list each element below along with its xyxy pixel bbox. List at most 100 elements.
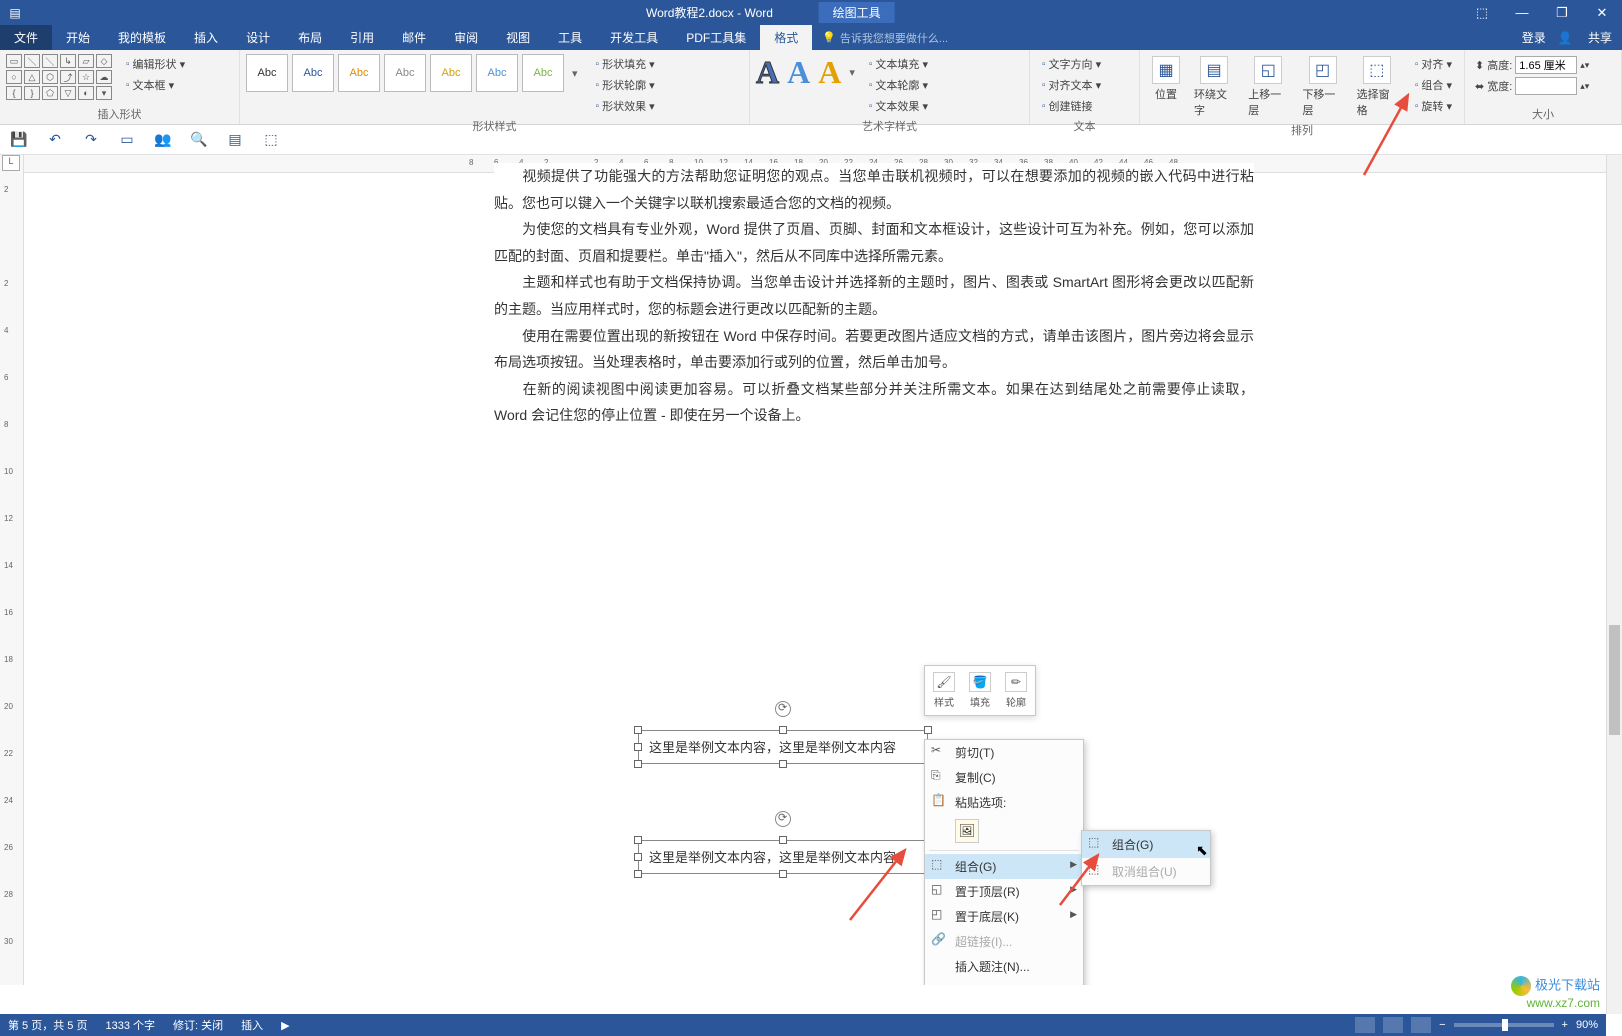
resize-handle[interactable] (779, 836, 787, 844)
restore-button[interactable]: ❐ (1542, 5, 1582, 21)
minimize-button[interactable]: — (1502, 5, 1542, 21)
vertical-scrollbar[interactable] (1606, 155, 1622, 1014)
menu-group[interactable]: ⬚组合(G)▶ (925, 854, 1083, 879)
menu-send-back[interactable]: ◰置于底层(K)▶ (925, 904, 1083, 929)
menu-bring-front[interactable]: ◱置于顶层(R)▶ (925, 879, 1083, 904)
selection-pane-button[interactable]: ⬚选择窗格 (1351, 54, 1403, 120)
view-web-layout[interactable] (1411, 1017, 1431, 1033)
wrap-text-button[interactable]: ▤环绕文字 (1188, 54, 1240, 120)
gallery-more[interactable]: ▾ (568, 67, 582, 80)
tab-insert[interactable]: 插入 (180, 25, 232, 50)
resize-handle[interactable] (779, 870, 787, 878)
text-effects-button[interactable]: 文本效果 ▾ (863, 96, 934, 116)
menu-wrap-text[interactable]: ▤环绕文字(W)▶ (925, 979, 1083, 985)
tab-layout[interactable]: 布局 (284, 25, 336, 50)
rotate-handle-icon[interactable] (775, 811, 791, 827)
mini-style-button[interactable]: 🖌样式 (929, 670, 959, 711)
tab-references[interactable]: 引用 (336, 25, 388, 50)
menu-caption[interactable]: 插入题注(N)... (925, 954, 1083, 979)
resize-handle[interactable] (634, 743, 642, 751)
zoom-out[interactable]: − (1439, 1019, 1445, 1031)
undo-icon[interactable]: ↶ (46, 131, 64, 149)
submenu-group[interactable]: ⬚组合(G) (1082, 831, 1210, 858)
textbox-1[interactable]: 这里是举例文本内容，这里是举例文本内容 (638, 730, 928, 764)
resize-handle[interactable] (634, 836, 642, 844)
group-button[interactable]: 组合 ▾ (1409, 75, 1458, 95)
resize-handle[interactable] (634, 853, 642, 861)
view-read-mode[interactable] (1355, 1017, 1375, 1033)
text-outline-button[interactable]: 文本轮廓 ▾ (863, 75, 934, 95)
position-button[interactable]: ▦位置 (1146, 54, 1186, 104)
qat-icon-4[interactable]: ▤ (226, 131, 244, 149)
wordart-gallery[interactable]: A A A ▾ (756, 54, 855, 91)
tab-templates[interactable]: 我的模板 (104, 25, 180, 50)
shape-effects-button[interactable]: 形状效果 ▾ (590, 96, 661, 116)
width-input[interactable] (1515, 77, 1577, 95)
send-backward-button[interactable]: ◰下移一层 (1296, 54, 1348, 120)
scrollbar-thumb[interactable] (1609, 625, 1620, 735)
tab-home[interactable]: 开始 (52, 25, 104, 50)
tab-developer[interactable]: 开发工具 (596, 25, 672, 50)
status-macro-icon[interactable]: ▶ (281, 1019, 289, 1032)
qat-icon-3[interactable]: 🔍 (190, 131, 208, 149)
zoom-level[interactable]: 90% (1576, 1019, 1598, 1031)
status-insert-mode[interactable]: 插入 (241, 1017, 263, 1033)
align-button[interactable]: 对齐 ▾ (1409, 54, 1458, 74)
resize-handle[interactable] (924, 726, 932, 734)
mini-fill-button[interactable]: 🪣填充 (965, 670, 995, 711)
text-fill-button[interactable]: 文本填充 ▾ (863, 54, 934, 74)
width-icon: ⬌ (1475, 80, 1484, 93)
group-size: ⬍高度:▴▾ ⬌宽度:▴▾ 大小 (1465, 50, 1622, 124)
shape-fill-button[interactable]: 形状填充 ▾ (590, 54, 661, 74)
close-button[interactable]: ✕ (1582, 5, 1622, 21)
status-word-count[interactable]: 1333 个字 (105, 1017, 155, 1033)
save-icon[interactable]: 💾 (10, 131, 28, 149)
zoom-thumb[interactable] (1502, 1019, 1508, 1031)
qat-icon-2[interactable]: 👥 (154, 131, 172, 149)
tell-me-search[interactable]: 告诉我您想要做什么... (822, 30, 948, 46)
textbox-button[interactable]: 文本框 ▾ (120, 75, 191, 95)
shape-style-gallery[interactable]: Abc Abc Abc Abc Abc Abc Abc ▾ (246, 54, 582, 92)
create-link-button[interactable]: 创建链接 (1036, 96, 1107, 116)
status-track-changes[interactable]: 修订: 关闭 (173, 1017, 223, 1033)
tab-mailings[interactable]: 邮件 (388, 25, 440, 50)
share-button[interactable]: 👤 共享 (1558, 29, 1612, 46)
vertical-ruler[interactable]: L 224681012141618202224262830 (0, 155, 24, 985)
status-page[interactable]: 第 5 页，共 5 页 (8, 1017, 87, 1033)
tab-view[interactable]: 视图 (492, 25, 544, 50)
tab-file[interactable]: 文件 (0, 25, 52, 50)
mini-outline-button[interactable]: ✏轮廓 (1001, 670, 1031, 711)
edit-shape-button[interactable]: 编辑形状 ▾ (120, 54, 191, 74)
resize-handle[interactable] (634, 760, 642, 768)
zoom-slider[interactable] (1454, 1023, 1554, 1027)
align-text-button[interactable]: 对齐文本 ▾ (1036, 75, 1107, 95)
tab-design[interactable]: 设计 (232, 25, 284, 50)
login-button[interactable]: 登录 (1522, 29, 1546, 46)
shapes-gallery[interactable]: ▭＼＼↳▱◇ ○△⬡⤴☆☁ {}⬠▽◐▾ (6, 54, 112, 100)
resize-handle[interactable] (634, 870, 642, 878)
menu-copy[interactable]: ⎘复制(C) (925, 765, 1083, 790)
rotate-handle-icon[interactable] (775, 701, 791, 717)
tab-pdf[interactable]: PDF工具集 (672, 25, 760, 50)
resize-handle[interactable] (634, 726, 642, 734)
rotate-button[interactable]: 旋转 ▾ (1409, 96, 1458, 116)
view-print-layout[interactable] (1383, 1017, 1403, 1033)
tab-selector[interactable]: L (2, 155, 20, 171)
tab-review[interactable]: 审阅 (440, 25, 492, 50)
resize-handle[interactable] (779, 726, 787, 734)
menu-cut[interactable]: ✂剪切(T) (925, 740, 1083, 765)
qat-icon-1[interactable]: ▭ (118, 131, 136, 149)
height-input[interactable] (1515, 56, 1577, 74)
zoom-in[interactable]: + (1562, 1019, 1568, 1031)
textbox-2[interactable]: 这里是举例文本内容，这里是举例文本内容 (638, 840, 928, 874)
paste-picture-icon[interactable]: 🖼 (955, 819, 979, 843)
tab-tools[interactable]: 工具 (544, 25, 596, 50)
resize-handle[interactable] (779, 760, 787, 768)
ribbon-display-options[interactable]: ⬚ (1462, 5, 1502, 21)
tab-format[interactable]: 格式 (760, 25, 812, 50)
redo-icon[interactable]: ↷ (82, 131, 100, 149)
document-canvas[interactable]: 8642246810121416182022242628303234363840… (24, 155, 1622, 985)
bring-forward-button[interactable]: ◱上移一层 (1242, 54, 1294, 120)
shape-outline-button[interactable]: 形状轮廓 ▾ (590, 75, 661, 95)
text-direction-button[interactable]: 文字方向 ▾ (1036, 54, 1107, 74)
